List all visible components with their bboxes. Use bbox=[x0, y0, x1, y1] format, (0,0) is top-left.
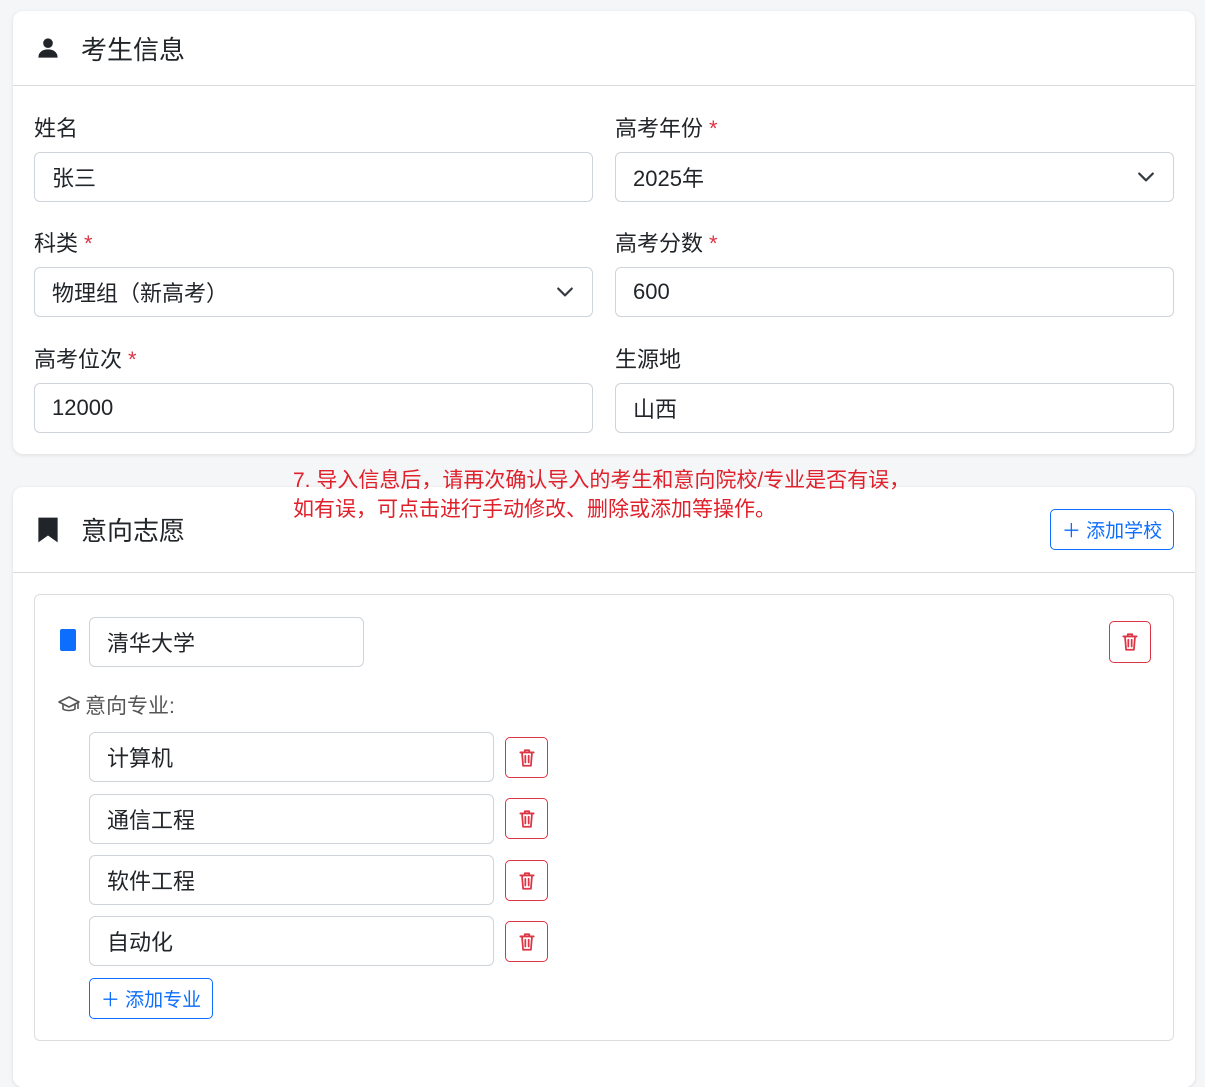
score-label: 高考分数 * bbox=[615, 231, 718, 256]
year-value: 2025年 bbox=[633, 166, 704, 191]
delete-major-button[interactable] bbox=[505, 860, 548, 901]
rank-label: 高考位次 * bbox=[34, 347, 137, 372]
major-input[interactable]: 自动化 bbox=[89, 916, 494, 966]
name-input[interactable]: 张三 bbox=[34, 152, 593, 202]
delete-major-button[interactable] bbox=[505, 798, 548, 839]
wish-card: 意向志愿 ＋ 添加学校 清华大学 意向专业: 计算机 通信工程 软件工程 自动化… bbox=[13, 487, 1195, 1087]
rank-input[interactable]: 12000 bbox=[34, 383, 593, 433]
name-label: 姓名 bbox=[34, 116, 79, 141]
origin-label: 生源地 bbox=[615, 347, 682, 372]
trash-icon bbox=[518, 809, 535, 828]
trash-icon bbox=[1122, 633, 1138, 651]
category-label: 科类 * bbox=[34, 231, 93, 256]
trash-icon bbox=[518, 748, 535, 767]
card-title: 意向志愿 bbox=[81, 516, 186, 546]
school-marker bbox=[60, 629, 76, 651]
required-mark: * bbox=[84, 231, 93, 256]
major-input[interactable]: 通信工程 bbox=[89, 794, 494, 844]
student-info-card: 考生信息 姓名 张三 高考年份 * 2025年 科类 * 物理组（新高考） 高考分数… bbox=[13, 11, 1195, 454]
chevron-down-icon bbox=[557, 287, 573, 297]
year-label: 高考年份 * bbox=[615, 116, 718, 141]
card-title: 考生信息 bbox=[81, 34, 186, 65]
name-value: 张三 bbox=[52, 166, 97, 191]
delete-school-button[interactable] bbox=[1109, 621, 1151, 663]
annotation-line: 7. 导入信息后，请再次确认导入的考生和意向院校/专业是否有误， bbox=[293, 469, 911, 492]
delete-major-button[interactable] bbox=[505, 737, 548, 778]
score-value: 600 bbox=[633, 279, 670, 304]
major-value: 软件工程 bbox=[107, 869, 196, 894]
school-name-value: 清华大学 bbox=[107, 631, 196, 656]
required-mark: * bbox=[709, 231, 718, 256]
school-name-input[interactable]: 清华大学 bbox=[89, 617, 364, 667]
major-value: 自动化 bbox=[107, 930, 174, 955]
student-info-header: 考生信息 bbox=[13, 11, 1195, 86]
origin-value: 山西 bbox=[633, 397, 678, 422]
major-input[interactable]: 软件工程 bbox=[89, 855, 494, 905]
rank-value: 12000 bbox=[52, 395, 114, 420]
add-school-button[interactable]: ＋ 添加学校 bbox=[1050, 509, 1174, 550]
bookmark-icon bbox=[37, 517, 59, 543]
majors-label: 意向专业: bbox=[57, 690, 175, 720]
major-value: 计算机 bbox=[107, 746, 174, 771]
year-select[interactable]: 2025年 bbox=[615, 152, 1174, 202]
trash-icon bbox=[518, 932, 535, 951]
school-entry: 清华大学 意向专业: 计算机 通信工程 软件工程 自动化 ＋ 添加专业 bbox=[34, 594, 1174, 1041]
annotation-line: 如有误，可点击进行手动修改、删除或添加等操作。 bbox=[293, 498, 776, 521]
category-value: 物理组（新高考） bbox=[52, 281, 229, 306]
major-input[interactable]: 计算机 bbox=[89, 732, 494, 782]
major-value: 通信工程 bbox=[107, 808, 196, 833]
delete-major-button[interactable] bbox=[505, 921, 548, 962]
required-mark: * bbox=[709, 116, 718, 141]
chevron-down-icon bbox=[1138, 172, 1154, 182]
instruction-annotation: 7. 导入信息后，请再次确认导入的考生和意向院校/专业是否有误， 如有误，可点击… bbox=[293, 466, 910, 524]
graduation-cap-icon bbox=[58, 696, 80, 712]
required-mark: * bbox=[128, 347, 137, 372]
trash-icon bbox=[518, 871, 535, 890]
person-icon bbox=[37, 35, 59, 61]
add-major-button[interactable]: ＋ 添加专业 bbox=[89, 978, 213, 1019]
origin-input[interactable]: 山西 bbox=[615, 383, 1174, 433]
score-input[interactable]: 600 bbox=[615, 267, 1174, 317]
category-select[interactable]: 物理组（新高考） bbox=[34, 267, 593, 317]
